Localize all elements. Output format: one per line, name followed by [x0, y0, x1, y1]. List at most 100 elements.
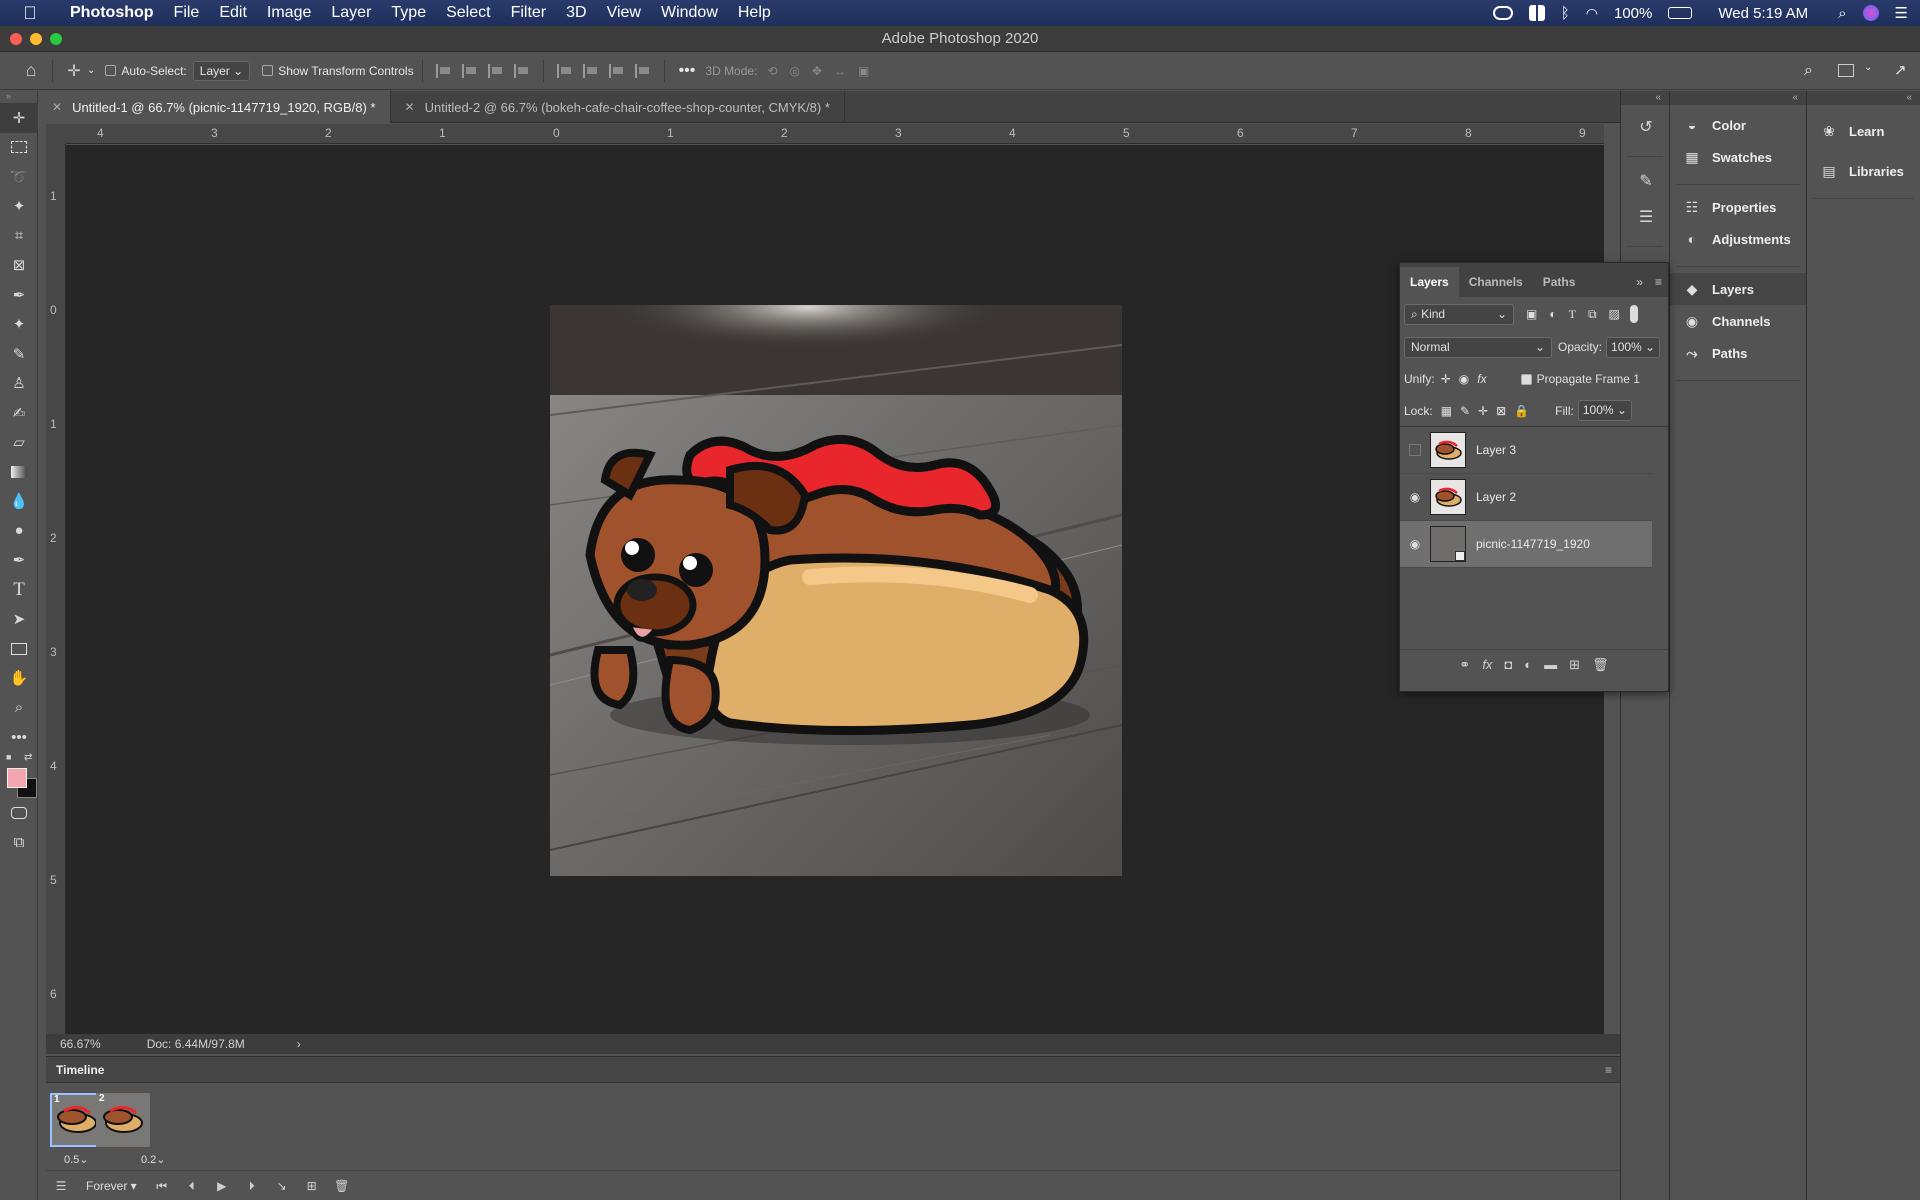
link-layers-icon[interactable]: ⚭: [1459, 657, 1470, 673]
frame-thumbnail-2[interactable]: 2: [96, 1093, 150, 1147]
zoom-level[interactable]: 66.67%: [60, 1037, 101, 1051]
fill-input[interactable]: 100% ⌄: [1577, 400, 1632, 421]
propagate-frame-checkbox[interactable]: [1520, 373, 1532, 385]
vertical-ruler[interactable]: 1 0 1 2 3 4 5 6: [46, 144, 66, 1034]
menu-filter[interactable]: Filter: [501, 4, 557, 22]
pen-tool-icon[interactable]: ✒: [0, 546, 38, 576]
eyedropper-tool-icon[interactable]: ✒: [0, 280, 38, 310]
edit-toolbar-icon[interactable]: •••: [0, 723, 38, 753]
convert-to-video-timeline-icon[interactable]: ☰: [46, 1179, 76, 1193]
lock-transparent-icon[interactable]: ▦: [1441, 404, 1452, 418]
tab-untitled-1[interactable]: ✕ Untitled-1 @ 66.7% (picnic-1147719_192…: [38, 91, 391, 123]
lock-position-icon[interactable]: ✛: [1478, 404, 1488, 418]
show-transform-checkbox[interactable]: [262, 65, 274, 76]
tool-presets-icon[interactable]: ☰: [1621, 199, 1671, 235]
gradient-tool-icon[interactable]: [0, 457, 38, 487]
layer-name[interactable]: picnic-1147719_1920: [1476, 537, 1590, 551]
menubar-clock[interactable]: Wed 5:19 AM: [1718, 5, 1808, 22]
dock-libraries[interactable]: ▤ Libraries: [1807, 155, 1920, 187]
move-tool-preset-icon[interactable]: ✛: [61, 58, 87, 84]
unify-visibility-icon[interactable]: ◉: [1459, 372, 1469, 386]
layer-row[interactable]: ◉ picnic-1147719_1920: [1400, 521, 1652, 568]
swap-colors-icon[interactable]: ⇄: [24, 752, 32, 763]
chevron-down-icon[interactable]: ⌄: [1864, 62, 1872, 73]
unify-position-icon[interactable]: ✛: [1441, 372, 1451, 386]
clone-stamp-tool-icon[interactable]: ♙: [0, 369, 38, 399]
quick-mask-icon[interactable]: [0, 798, 38, 828]
3d-slide-icon[interactable]: ↔: [834, 64, 846, 78]
close-tab-icon[interactable]: ✕: [405, 100, 415, 114]
filter-type-icon[interactable]: T: [1569, 307, 1576, 322]
dock-layers[interactable]: ◆ Layers: [1670, 273, 1806, 305]
foreground-color-swatch[interactable]: [7, 768, 27, 788]
3d-camera-icon[interactable]: ▣: [858, 64, 869, 78]
menu-help[interactable]: Help: [728, 4, 781, 22]
dock-properties[interactable]: ☷ Properties: [1670, 191, 1806, 223]
crop-tool-icon[interactable]: ⌗: [0, 221, 38, 251]
filter-kind-select[interactable]: ⌕ Kind ⌄: [1404, 303, 1514, 325]
dock-adjustments[interactable]: ◐ Adjustments: [1670, 223, 1806, 255]
search-icon[interactable]: ⌕: [1804, 62, 1813, 80]
apple-icon[interactable]: : [0, 3, 60, 24]
menu-select[interactable]: Select: [436, 4, 500, 22]
close-tab-icon[interactable]: ✕: [52, 100, 62, 114]
new-group-folder-icon[interactable]: ▬: [1544, 657, 1557, 672]
dock-paths[interactable]: ⤳ Paths: [1670, 337, 1806, 369]
lock-all-icon[interactable]: 🔒: [1514, 404, 1529, 418]
screen-mode-icon[interactable]: ⧉: [0, 828, 38, 858]
history-brush-tool-icon[interactable]: ✍: [0, 398, 38, 428]
canvas-area[interactable]: [66, 145, 1604, 1034]
expand-panel-icon[interactable]: »: [1630, 267, 1649, 297]
status-menu-arrow-icon[interactable]: ›: [297, 1037, 301, 1051]
eraser-tool-icon[interactable]: ▱: [0, 428, 38, 458]
brush-settings-icon[interactable]: ✎: [1621, 163, 1671, 199]
blur-tool-icon[interactable]: 💧: [0, 487, 38, 517]
dodge-tool-icon[interactable]: ●: [0, 516, 38, 546]
distribute-vertical-icon[interactable]: [634, 63, 651, 78]
filter-shape-icon[interactable]: ⧉: [1588, 307, 1597, 322]
menu-type[interactable]: Type: [381, 4, 436, 22]
tab-channels[interactable]: Channels: [1459, 267, 1533, 297]
tween-icon[interactable]: ↘: [267, 1179, 297, 1193]
menu-view[interactable]: View: [597, 4, 651, 22]
layer-name[interactable]: Layer 3: [1476, 443, 1516, 457]
battery-icon[interactable]: [1668, 7, 1693, 19]
notification-center-icon[interactable]: ☰: [1895, 4, 1908, 22]
frame-delay-2[interactable]: 0.2⌄: [141, 1153, 166, 1166]
visibility-toggle-off[interactable]: [1409, 444, 1421, 456]
layer-row[interactable]: ◉ Layer 2: [1400, 474, 1652, 521]
menu-app-name[interactable]: Photoshop: [60, 4, 164, 22]
delete-frame-icon[interactable]: 🗑: [327, 1179, 357, 1193]
lock-image-icon[interactable]: ✎: [1460, 404, 1470, 418]
auto-select-dropdown[interactable]: Layer ⌄: [192, 60, 251, 81]
move-tool-icon[interactable]: ✛: [0, 103, 38, 133]
marquee-tool-icon[interactable]: [0, 133, 38, 163]
align-left-icon[interactable]: [435, 63, 452, 78]
expand-toolbar-icon[interactable]: »: [0, 91, 37, 103]
menu-file[interactable]: File: [164, 4, 210, 22]
spotlight-search-icon[interactable]: ⌕: [1838, 5, 1846, 22]
tab-paths[interactable]: Paths: [1533, 267, 1586, 297]
close-window-button[interactable]: [10, 33, 22, 45]
bluetooth-icon[interactable]: ᛒ: [1561, 5, 1570, 22]
3d-orbit-icon[interactable]: ⟲: [767, 64, 777, 78]
more-options-icon[interactable]: •••: [679, 62, 696, 80]
eye-icon[interactable]: ◉: [1400, 490, 1430, 504]
panel-menu-icon[interactable]: ≡: [1649, 267, 1668, 297]
collapse-dock-icon[interactable]: «: [1621, 91, 1669, 105]
minimize-window-button[interactable]: [30, 33, 42, 45]
play-icon[interactable]: ▶: [207, 1179, 237, 1193]
first-frame-icon[interactable]: ⏮: [147, 1179, 177, 1194]
previous-frame-icon[interactable]: ⏴: [177, 1179, 207, 1194]
menu-edit[interactable]: Edit: [209, 4, 257, 22]
add-mask-icon[interactable]: ◘: [1504, 657, 1512, 672]
dock-swatches[interactable]: ▦ Swatches: [1670, 141, 1806, 173]
timeline-title[interactable]: Timeline: [56, 1063, 104, 1077]
zoom-tool-icon[interactable]: ⌕: [0, 693, 38, 723]
lasso-tool-icon[interactable]: ➰: [0, 162, 38, 192]
duplicate-frame-icon[interactable]: ⊞: [297, 1179, 327, 1193]
eye-icon[interactable]: ◉: [1400, 537, 1430, 551]
collapse-dock-icon[interactable]: «: [1670, 91, 1806, 105]
delete-layer-icon[interactable]: 🗑: [1592, 657, 1609, 673]
path-selection-tool-icon[interactable]: ➤: [0, 605, 38, 635]
